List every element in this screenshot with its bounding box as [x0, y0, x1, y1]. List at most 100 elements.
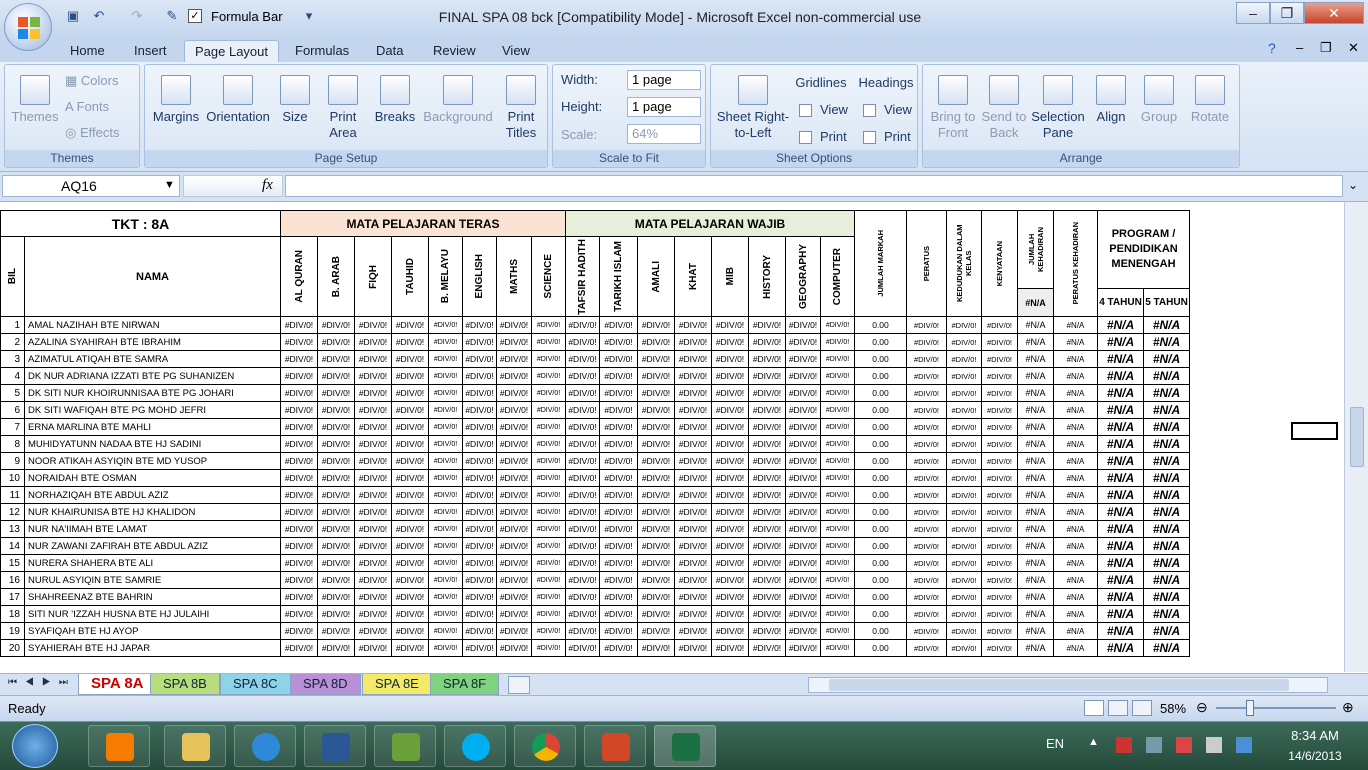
markah-cell[interactable]: 0.00 [854, 367, 907, 385]
score-cell[interactable]: #DIV/0! [748, 452, 786, 470]
score-cell[interactable]: #DIV/0! [462, 469, 497, 487]
kedudukan-cell[interactable]: #DIV/0! [946, 486, 982, 504]
peratus-kehadiran-cell[interactable]: #N/A [1053, 418, 1098, 436]
score-cell[interactable]: #DIV/0! [711, 401, 749, 419]
score-cell[interactable]: #DIV/0! [280, 350, 318, 368]
markah-cell[interactable]: 0.00 [854, 639, 907, 657]
score-cell[interactable]: #DIV/0! [428, 571, 463, 589]
score-cell[interactable]: #DIV/0! [785, 486, 821, 504]
zoom-level[interactable]: 58% [1160, 701, 1186, 716]
orientation-button[interactable]: Orientation [203, 75, 273, 125]
score-cell[interactable]: #DIV/0! [531, 520, 566, 538]
score-cell[interactable]: #DIV/0! [462, 639, 497, 657]
program-5-cell[interactable]: #N/A [1143, 350, 1190, 368]
score-cell[interactable]: #DIV/0! [462, 588, 497, 606]
save-icon[interactable]: ▣ [64, 8, 82, 24]
row-number[interactable]: 18 [0, 605, 25, 623]
score-cell[interactable]: #DIV/0! [317, 622, 355, 640]
peratus-cell[interactable]: #DIV/0! [906, 622, 947, 640]
score-cell[interactable]: #DIV/0! [354, 350, 392, 368]
score-cell[interactable]: #DIV/0! [674, 418, 712, 436]
peratus-kehadiran-cell[interactable]: #N/A [1053, 554, 1098, 572]
kedudukan-cell[interactable]: #DIV/0! [946, 622, 982, 640]
kehadiran-cell[interactable]: #N/A [1017, 316, 1054, 334]
score-cell[interactable]: #DIV/0! [391, 435, 429, 453]
score-cell[interactable]: #DIV/0! [599, 605, 638, 623]
kedudukan-cell[interactable]: #DIV/0! [946, 435, 982, 453]
score-cell[interactable]: #DIV/0! [496, 367, 532, 385]
peratus-kehadiran-cell[interactable]: #N/A [1053, 469, 1098, 487]
score-cell[interactable]: #DIV/0! [531, 333, 566, 351]
breaks-button[interactable]: Breaks [373, 75, 417, 125]
program-4-cell[interactable]: #N/A [1097, 554, 1144, 572]
score-cell[interactable]: #DIV/0! [565, 503, 600, 521]
sheet-tab[interactable]: SPA 8A [78, 674, 157, 695]
row-number[interactable]: 2 [0, 333, 25, 351]
customize-qa-icon[interactable]: ▾ [300, 8, 318, 24]
row-number[interactable]: 8 [0, 435, 25, 453]
rotate-button[interactable]: Rotate [1185, 75, 1235, 125]
score-cell[interactable]: #DIV/0! [531, 503, 566, 521]
score-cell[interactable]: #DIV/0! [531, 452, 566, 470]
margins-button[interactable]: Margins [149, 75, 203, 125]
score-cell[interactable]: #DIV/0! [531, 554, 566, 572]
peratus-kehadiran-cell[interactable]: #N/A [1053, 503, 1098, 521]
score-cell[interactable]: #DIV/0! [391, 469, 429, 487]
row-number[interactable]: 3 [0, 350, 25, 368]
program-4-cell[interactable]: #N/A [1097, 384, 1144, 402]
score-cell[interactable]: #DIV/0! [674, 384, 712, 402]
peratus-kehadiran-cell[interactable]: #N/A [1053, 605, 1098, 623]
score-cell[interactable]: #DIV/0! [785, 350, 821, 368]
peratus-kehadiran-cell[interactable]: #N/A [1053, 520, 1098, 538]
score-cell[interactable]: #DIV/0! [674, 571, 712, 589]
score-cell[interactable]: #DIV/0! [820, 503, 855, 521]
kedudukan-cell[interactable]: #DIV/0! [946, 571, 982, 589]
row-number[interactable]: 4 [0, 367, 25, 385]
score-cell[interactable]: #DIV/0! [317, 418, 355, 436]
student-name[interactable]: NUR KHAIRUNISA BTE HJ KHALIDON [24, 503, 281, 521]
subject-header[interactable]: TAFSIR HADITH [565, 236, 600, 317]
score-cell[interactable]: #DIV/0! [428, 588, 463, 606]
score-cell[interactable]: #DIV/0! [565, 384, 600, 402]
program-4-cell[interactable]: #N/A [1097, 401, 1144, 419]
score-cell[interactable]: #DIV/0! [785, 605, 821, 623]
kedudukan-cell[interactable]: #DIV/0! [946, 333, 982, 351]
score-cell[interactable]: #DIV/0! [496, 316, 532, 334]
kenyataan-cell[interactable]: #DIV/0! [981, 588, 1018, 606]
score-cell[interactable]: #DIV/0! [462, 537, 497, 555]
score-cell[interactable]: #DIV/0! [748, 384, 786, 402]
tab-insert[interactable]: Insert [124, 40, 177, 62]
peratus-cell[interactable]: #DIV/0! [906, 469, 947, 487]
score-cell[interactable]: #DIV/0! [599, 401, 638, 419]
score-cell[interactable]: #DIV/0! [820, 622, 855, 640]
score-cell[interactable]: #DIV/0! [748, 469, 786, 487]
score-cell[interactable]: #DIV/0! [637, 452, 675, 470]
program-5-cell[interactable]: #N/A [1143, 605, 1190, 623]
program-4-cell[interactable]: #N/A [1097, 571, 1144, 589]
peratus-cell[interactable]: #DIV/0! [906, 367, 947, 385]
kehadiran-cell[interactable]: #N/A [1017, 452, 1054, 470]
kehadiran-cell[interactable]: #N/A [1017, 571, 1054, 589]
subject-header[interactable]: HISTORY [748, 236, 786, 317]
score-cell[interactable]: #DIV/0! [280, 605, 318, 623]
horizontal-scrollbar[interactable] [808, 677, 1328, 693]
kehadiran-cell[interactable]: #N/A [1017, 588, 1054, 606]
score-cell[interactable]: #DIV/0! [599, 537, 638, 555]
score-cell[interactable]: #DIV/0! [531, 537, 566, 555]
score-cell[interactable]: #DIV/0! [428, 639, 463, 657]
score-cell[interactable]: #DIV/0! [674, 333, 712, 351]
score-cell[interactable]: #DIV/0! [599, 367, 638, 385]
score-cell[interactable]: #DIV/0! [391, 622, 429, 640]
kenyataan-cell[interactable]: #DIV/0! [981, 571, 1018, 589]
score-cell[interactable]: #DIV/0! [462, 622, 497, 640]
kenyataan-cell[interactable]: #DIV/0! [981, 401, 1018, 419]
score-cell[interactable]: #DIV/0! [565, 316, 600, 334]
kenyataan-cell[interactable]: #DIV/0! [981, 452, 1018, 470]
score-cell[interactable]: #DIV/0! [317, 452, 355, 470]
score-cell[interactable]: #DIV/0! [748, 503, 786, 521]
score-cell[interactable]: #DIV/0! [748, 367, 786, 385]
page-layout-view-icon[interactable] [1108, 700, 1128, 716]
score-cell[interactable]: #DIV/0! [785, 588, 821, 606]
themes-button[interactable]: Themes [9, 75, 61, 125]
kedudukan-cell[interactable]: #DIV/0! [946, 469, 982, 487]
